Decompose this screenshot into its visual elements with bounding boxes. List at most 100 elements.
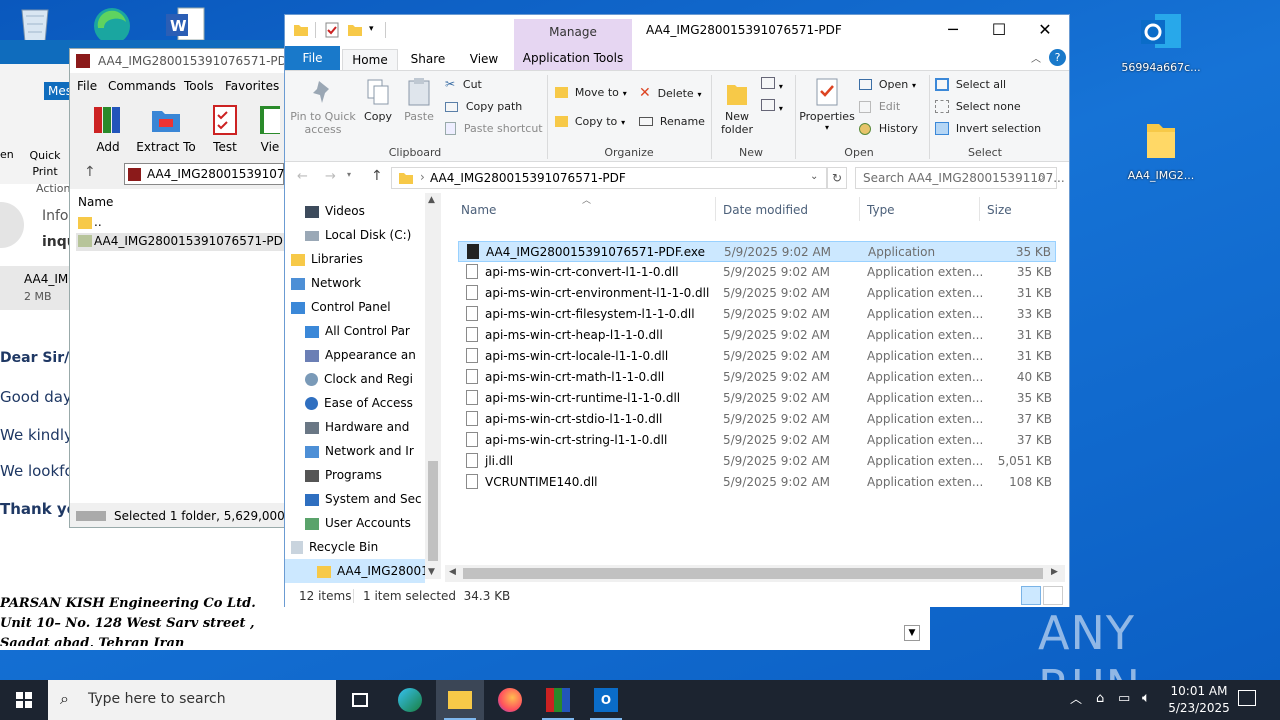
nav-item-programs[interactable]: Programs [305,463,382,487]
scroll-up-icon[interactable]: ▲ [428,195,435,205]
properties-button[interactable]: Properties ▾ [799,77,855,132]
show-hidden-icons-chevron-icon[interactable]: ︿ [1070,690,1082,720]
nav-item-current-folder[interactable]: AA4_IMG280015 [285,559,425,583]
copy-button[interactable]: Copy [361,77,395,123]
recent-dropdown-icon[interactable]: ▾ [347,170,351,179]
qat-dropdown-icon[interactable]: ▾ [369,24,374,34]
scroll-thumb[interactable] [463,568,1043,579]
quick-print-label[interactable]: Quick Print [28,148,62,180]
taskbar-file-explorer[interactable] [436,680,484,720]
taskbar-winrar[interactable] [534,680,582,720]
file-row[interactable]: api-ms-win-crt-string-l1-1-0.dll 5/9/2025… [458,430,1056,451]
search-icon[interactable]: ⌕ [1038,170,1045,185]
tab-application-tools[interactable]: Application Tools [514,46,632,70]
pin-to-quick-access-button[interactable]: Pin to Quick access [289,77,357,136]
breadcrumb-chevron-icon[interactable]: › [420,170,425,184]
menu-favorites[interactable]: Favorites [225,79,279,93]
edit-button[interactable]: Edit [859,99,900,113]
nav-item-hardware[interactable]: Hardware and [305,415,409,439]
rename-button[interactable]: Rename [639,114,705,128]
file-row[interactable]: VCRUNTIME140.dll 5/9/2025 9:02 AM Applicat… [458,472,1056,493]
help-icon[interactable]: ? [1049,49,1066,66]
taskbar-edge[interactable] [386,680,434,720]
file-row[interactable]: api-ms-win-crt-locale-l1-1-0.dll 5/9/2025… [458,346,1056,367]
cut-button[interactable]: ✂ Cut [445,77,482,95]
collapse-ribbon-icon[interactable]: ︿ [1031,50,1041,65]
address-bar[interactable]: › AA4_IMG280015391076571-PDF ⌄ [391,167,827,189]
file-row[interactable]: api-ms-win-crt-runtime-l1-1-0.dll 5/9/202… [458,388,1056,409]
search-input[interactable]: Search AA4_IMG280015391107... ⌕ [855,167,1065,189]
list-item[interactable]: AA4_IMG280015391076571-PDF [76,233,290,251]
start-button[interactable] [0,680,48,720]
tab-view[interactable]: View [459,49,509,70]
nav-scrollbar[interactable]: ▲ ▼ [425,193,441,579]
invert-selection-button[interactable]: Invert selection [935,121,1041,135]
select-all-button[interactable]: Select all [935,77,1006,91]
edge-desktop-icon[interactable] [88,4,136,44]
nav-item-clock-region[interactable]: Clock and Regi [305,367,413,391]
new-folder-button[interactable]: New folder [717,79,757,136]
copy-path-button[interactable]: Copy path [445,99,522,117]
nav-item-recycle-bin[interactable]: Recycle Bin [291,535,378,559]
file-row[interactable]: api-ms-win-crt-stdio-l1-1-0.dll 5/9/2025 … [458,409,1056,430]
nav-item-videos[interactable]: Videos [305,199,365,223]
tab-share[interactable]: Share [403,49,453,70]
minimize-button[interactable]: ─ [930,15,976,46]
horizontal-scrollbar[interactable]: ◀ ▶ [445,565,1065,582]
file-row[interactable]: AA4_IMG280015391076571-PDF.exe 5/9/2025 9… [458,241,1056,262]
scroll-left-icon[interactable]: ◀ [449,567,456,577]
up-arrow-icon[interactable]: ↑ [84,164,96,180]
delete-button[interactable]: ✕ Delete ▾ [639,85,702,101]
volume-icon[interactable]: 🔈︎ [1142,690,1150,720]
network-status-icon[interactable]: ⌂ [1096,691,1104,720]
extract-to-button[interactable]: Extract To [136,103,196,154]
new-item-button[interactable]: ▾ [761,77,785,95]
scroll-right-icon[interactable]: ▶ [1051,567,1058,577]
maximize-button[interactable]: ☐ [976,15,1022,46]
address-dropdown-icon[interactable]: ⌄ [810,171,818,182]
copy-to-button[interactable]: Copy to ▾ [555,114,625,128]
history-button[interactable]: History [859,121,918,135]
test-button[interactable]: Test [204,103,246,154]
nav-item-user-accounts[interactable]: User Accounts [305,511,411,535]
column-header-date[interactable]: Date modified [723,203,808,217]
menu-commands[interactable]: Commands [108,79,176,93]
add-button[interactable]: Add [86,103,130,154]
up-arrow-icon[interactable]: ↑ [371,168,383,184]
task-view-button[interactable] [336,680,384,720]
nav-item-network[interactable]: Network [291,271,361,295]
word-desktop-icon[interactable]: W [164,6,208,42]
menu-tools[interactable]: Tools [184,79,214,93]
recycle-bin-icon[interactable] [14,6,58,44]
nav-item-control-panel[interactable]: Control Panel [291,295,391,319]
taskbar-firefox[interactable] [486,680,534,720]
file-row[interactable]: api-ms-win-crt-math-l1-1-0.dll 5/9/2025 9… [458,367,1056,388]
view-button[interactable]: Vie [256,103,284,154]
scroll-thumb[interactable] [428,461,438,561]
back-arrow-icon[interactable]: ← [297,169,308,184]
column-header-type[interactable]: Type [867,203,895,217]
breadcrumb-current[interactable]: AA4_IMG280015391076571-PDF [430,171,626,185]
move-to-button[interactable]: Move to ▾ [555,85,627,99]
file-row[interactable]: api-ms-win-crt-convert-l1-1-0.dll 5/9/202… [458,262,1056,283]
file-row[interactable]: api-ms-win-crt-environment-l1-1-0.dll 5/9… [458,283,1056,304]
column-header-size[interactable]: Size [987,203,1012,217]
new-folder-qat-icon[interactable] [347,23,363,37]
menu-file[interactable]: File [77,79,97,93]
refresh-button[interactable]: ↻ [827,167,847,189]
easy-access-button[interactable]: ▾ [761,99,785,117]
nav-item-libraries[interactable]: Libraries [291,247,363,271]
notifications-icon[interactable] [1238,690,1256,706]
file-row[interactable]: api-ms-win-crt-heap-l1-1-0.dll 5/9/2025 9… [458,325,1056,346]
details-view-button[interactable] [1021,586,1041,605]
desktop-folder-shortcut[interactable]: AA4_IMG2... [1116,118,1206,182]
properties-qat-icon[interactable] [325,22,339,38]
scroll-down-button[interactable]: ▼ [904,625,920,641]
nav-item-appearance[interactable]: Appearance an [305,343,416,367]
winrar-path-box[interactable]: AA4_IMG280015391076571 [124,163,315,185]
paste-shortcut-button[interactable]: Paste shortcut [445,121,543,139]
ribbon-label[interactable]: en [0,148,14,161]
col-name-header[interactable]: Name [78,195,113,209]
nav-item-local-disk[interactable]: Local Disk (C:) [305,223,411,247]
file-row[interactable]: api-ms-win-crt-filesystem-l1-1-0.dll 5/9/… [458,304,1056,325]
